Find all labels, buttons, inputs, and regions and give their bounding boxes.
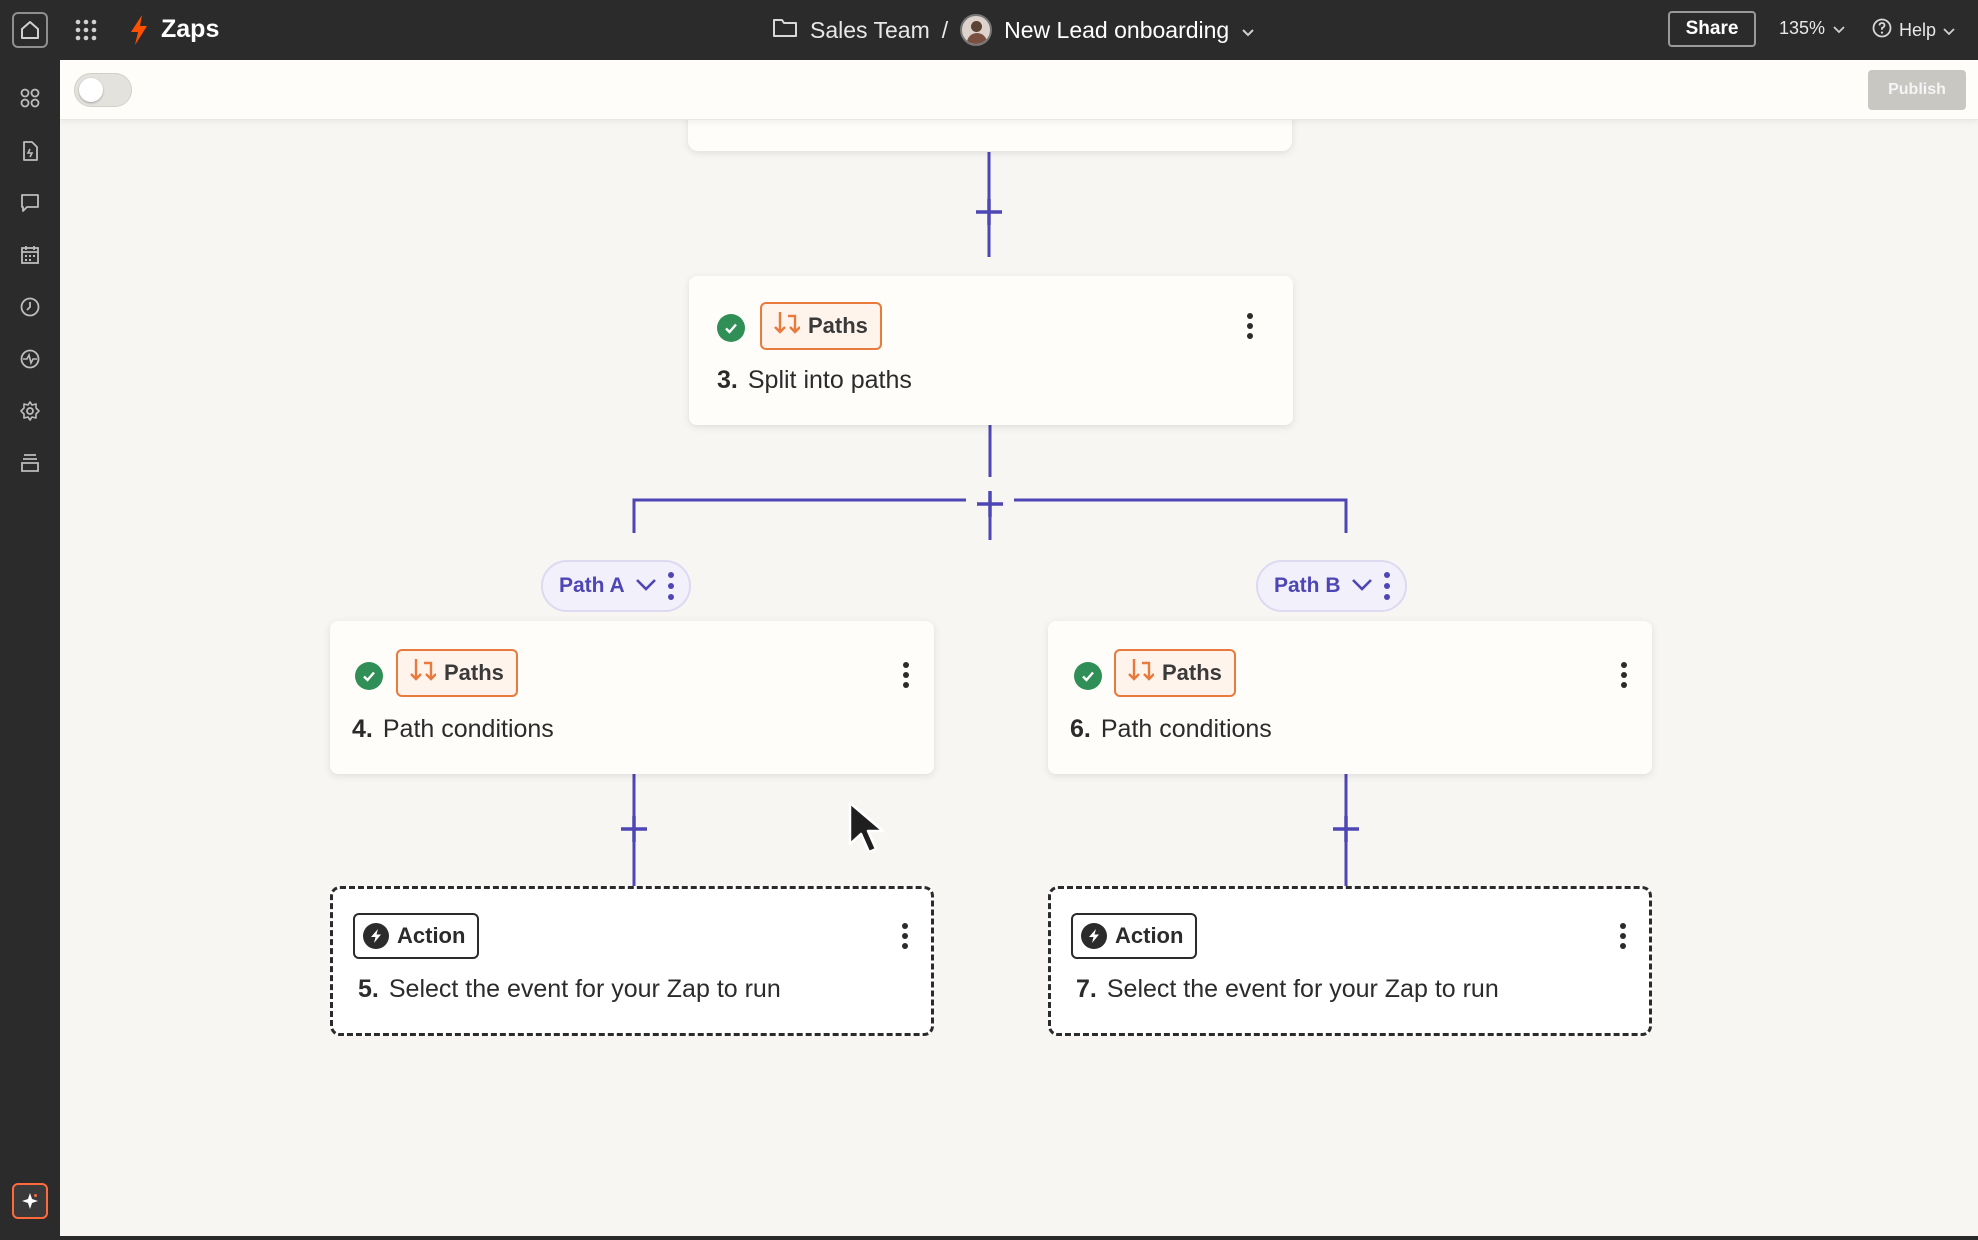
history-icon[interactable] (19, 296, 41, 318)
check-icon (717, 314, 745, 342)
zoom-level: 135% (1779, 18, 1826, 38)
action-badge: Action (1071, 913, 1198, 959)
chat-icon[interactable] (19, 192, 41, 214)
paths-icon (1126, 657, 1155, 689)
folder-icon (772, 16, 798, 44)
more-options-icon[interactable] (1618, 658, 1630, 692)
breadcrumb-folder[interactable]: Sales Team (810, 17, 930, 44)
breadcrumb-separator: / (941, 16, 949, 43)
top-bar: Zaps Sales Team / New Lead onboarding Sh… (0, 0, 1978, 60)
check-icon (1074, 662, 1102, 690)
badge-label: Paths (1162, 660, 1222, 685)
chevron-down-icon (1943, 20, 1955, 41)
chevron-down-icon[interactable] (635, 574, 657, 598)
step-title: 7. Select the event for your Zap to run (1076, 975, 1499, 1003)
help-icon (1872, 18, 1892, 43)
badge-label: Action (397, 923, 466, 948)
check-icon (355, 662, 383, 690)
document-icon[interactable] (19, 140, 41, 162)
paths-badge: Paths (1114, 649, 1236, 697)
more-options-icon[interactable] (1617, 919, 1629, 953)
step-card[interactable]: Paths 4. Path conditions (330, 621, 934, 774)
step-number: 4. (352, 715, 373, 743)
step-title: 6. Path conditions (1070, 715, 1272, 743)
settings-icon[interactable] (19, 400, 41, 422)
editor-toolbar: Publish (60, 60, 1978, 120)
help-menu[interactable]: Help (1872, 18, 1955, 43)
paths-badge: Paths (760, 302, 882, 350)
step-number: 3. (717, 366, 738, 394)
publish-button[interactable]: Publish (1868, 70, 1966, 110)
breadcrumb: Sales Team / New Lead onboarding (772, 14, 1255, 46)
step-number: 7. (1076, 975, 1097, 1003)
chevron-down-icon (1833, 18, 1845, 39)
avatar (960, 14, 993, 46)
zap-on-off-toggle[interactable] (74, 73, 132, 107)
zap-name[interactable]: New Lead onboarding (1004, 17, 1229, 44)
archive-icon[interactable] (19, 452, 41, 474)
step-title: 4. Path conditions (352, 715, 554, 743)
paths-badge: Paths (396, 649, 518, 697)
app-title[interactable]: Zaps (161, 15, 219, 44)
step-card[interactable]: Paths 6. Path conditions (1048, 621, 1652, 774)
mouse-cursor-icon (847, 800, 895, 865)
step-number: 5. (358, 975, 379, 1003)
chevron-down-icon[interactable] (1241, 17, 1255, 44)
more-options-icon[interactable] (1244, 309, 1256, 343)
step-card[interactable]: Paths 3. Split into paths (689, 276, 1293, 425)
bolt-icon (1081, 923, 1107, 949)
zap-bolt-icon (128, 14, 150, 46)
home-icon[interactable] (12, 12, 48, 48)
empty-action-step-card[interactable]: Action 5. Select the event for your Zap t… (330, 886, 934, 1036)
path-options-icon[interactable] (1383, 572, 1391, 600)
badge-label: Paths (808, 313, 868, 338)
zoom-selector[interactable]: 135% (1779, 18, 1845, 39)
action-badge: Action (353, 913, 480, 959)
step-title: 5. Select the event for your Zap to run (358, 975, 781, 1003)
badge-label: Paths (444, 660, 504, 685)
zap-editor-canvas[interactable]: Publish Paths 3. Split into paths Path A… (60, 60, 1978, 1236)
calendar-icon[interactable] (19, 244, 41, 266)
share-button[interactable]: Share (1668, 11, 1756, 47)
step-title: 3. Split into paths (717, 366, 912, 394)
chevron-down-icon[interactable] (1351, 574, 1373, 598)
toggle-knob (79, 78, 103, 102)
more-options-icon[interactable] (900, 658, 912, 692)
empty-action-step-card[interactable]: Action 7. Select the event for your Zap t… (1048, 886, 1652, 1036)
bolt-icon (363, 923, 389, 949)
app-grid-icon[interactable] (74, 18, 98, 42)
more-options-icon[interactable] (899, 919, 911, 953)
apps-icon[interactable] (19, 87, 41, 109)
ai-spark-icon[interactable] (12, 1183, 48, 1219)
step-number: 6. (1070, 715, 1091, 743)
path-name: Path A (559, 574, 625, 597)
paths-icon (408, 657, 437, 689)
help-label: Help (1899, 20, 1937, 40)
paths-icon (772, 310, 801, 342)
left-sidebar (0, 60, 60, 1240)
badge-label: Action (1115, 923, 1184, 948)
path-options-icon[interactable] (667, 572, 675, 600)
path-b-label[interactable]: Path B (1256, 560, 1407, 612)
path-a-label[interactable]: Path A (541, 560, 691, 612)
path-name: Path B (1274, 574, 1341, 597)
activity-icon[interactable] (19, 348, 41, 370)
